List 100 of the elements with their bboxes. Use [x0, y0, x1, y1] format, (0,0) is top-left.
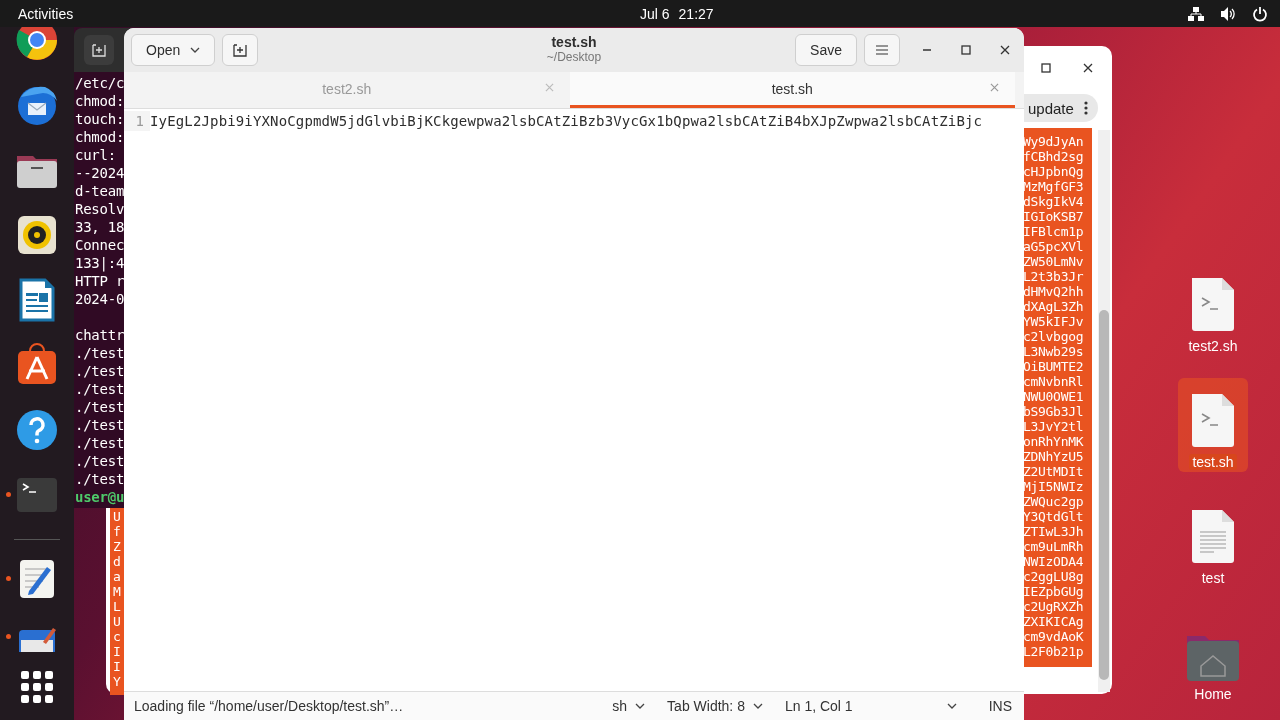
- window-title: test.sh: [551, 34, 597, 50]
- shopping-bag-icon[interactable]: [18, 343, 56, 384]
- apps-grid-icon[interactable]: [21, 671, 53, 703]
- terminal-line: Connec: [75, 236, 125, 254]
- text-line: c2ggLU8g: [1022, 569, 1085, 584]
- menu-button[interactable]: [864, 34, 900, 66]
- text-editor-icon[interactable]: [20, 560, 54, 598]
- clock-time[interactable]: 21:27: [678, 5, 714, 22]
- terminal-prompt: user@u: [75, 488, 126, 506]
- text-line: a: [113, 569, 122, 584]
- terminal-line: ./test: [75, 344, 125, 362]
- help-icon[interactable]: [17, 410, 57, 450]
- text-line: Z: [113, 539, 122, 554]
- code-line: IyEgL2Jpbi9iYXNoCgpmdW5jdGlvbiBjKCkgewpwa2lsbCAtZiBzb3VycGx1bQpwa2lsbCAtZiB4bXJpZwpwa2lsbCAtZiBjc: [150, 112, 983, 131]
- new-tab-icon: [91, 42, 107, 58]
- text-line: Y: [113, 674, 122, 689]
- text-line: OiBUMTE2: [1022, 359, 1085, 374]
- terminal-line: d-team: [75, 182, 125, 200]
- terminal-line: ./test: [75, 398, 125, 416]
- running-dot: [6, 576, 11, 581]
- text-line: NWU0OWE1: [1022, 389, 1085, 404]
- browser-icon[interactable]: [16, 27, 57, 60]
- text-line: cm9vdAoK: [1022, 629, 1085, 644]
- terminal-line: --2024: [75, 164, 125, 182]
- terminal-line: ./test: [75, 362, 125, 380]
- bird-icon[interactable]: [18, 86, 57, 125]
- text-line: U: [113, 509, 122, 524]
- new-tab-button[interactable]: [222, 34, 259, 66]
- text-line: c: [113, 629, 122, 644]
- maximize-icon: [1041, 63, 1051, 73]
- text-line: bS9Gb3Jl: [1022, 404, 1085, 419]
- volume-icon[interactable]: [1220, 5, 1236, 22]
- network-icon[interactable]: [1188, 5, 1204, 22]
- text-line: dSkgIkV4: [1022, 194, 1085, 209]
- folder-icon[interactable]: [17, 156, 57, 188]
- text-line: ZWQuc2gp: [1022, 494, 1085, 509]
- text-line: IEZpbGUg: [1022, 584, 1085, 599]
- text-line: ZW50LmNv: [1022, 254, 1085, 269]
- text-line: d: [113, 554, 122, 569]
- cursor-position-selector[interactable]: Ln 1, Col 1: [784, 698, 957, 714]
- text-line: c2lvbgog: [1022, 329, 1085, 344]
- tab-width-selector[interactable]: Tab Width: 8: [667, 698, 763, 714]
- terminal-line: ./test: [75, 434, 125, 452]
- text-line: Z2UtMDIt: [1022, 464, 1085, 479]
- date-label[interactable]: Jul 6: [640, 5, 670, 22]
- text-line: L3JvY2tl: [1022, 419, 1085, 434]
- new-tab-button[interactable]: [84, 35, 114, 65]
- terminal-line: curl:: [75, 146, 116, 164]
- text-line: MjI5NWIz: [1022, 479, 1085, 494]
- file-tab[interactable]: test.sh: [569, 72, 1015, 108]
- desktop-file[interactable]: test: [1178, 494, 1248, 588]
- scrollbar[interactable]: [1098, 130, 1110, 692]
- menu-icon: [876, 45, 888, 55]
- desktop-file[interactable]: test2.sh: [1178, 262, 1248, 356]
- chevron-icon: [635, 703, 646, 709]
- desktop-file[interactable]: Home: [1178, 610, 1248, 704]
- text-line: L2t3b3Jr: [1022, 269, 1085, 284]
- close-icon: [544, 83, 554, 92]
- text-line: dHMvQ2hh: [1022, 284, 1085, 299]
- open-button[interactable]: Open: [131, 34, 216, 66]
- text-line: M: [113, 584, 122, 599]
- text-line: Wy9dJyAn: [1022, 134, 1085, 149]
- maximize-icon: [961, 45, 971, 55]
- terminal-line: /etc/c: [75, 74, 125, 92]
- power-icon[interactable]: [1252, 5, 1268, 22]
- script-file-icon: [1190, 276, 1236, 334]
- terminal-line: chmod:: [75, 92, 125, 110]
- text-line: f: [113, 524, 122, 539]
- terminal-icon[interactable]: [17, 478, 57, 512]
- text-line: L: [113, 599, 122, 614]
- running-dot: [6, 492, 11, 497]
- text-line: ZDNhYzU5: [1022, 449, 1085, 464]
- text-line: IFBlcm1p: [1022, 224, 1085, 239]
- text-line: ZTIwL3Jh: [1022, 524, 1085, 539]
- notebook-icon[interactable]: [19, 628, 56, 652]
- desktop-file[interactable]: test.sh: [1178, 378, 1248, 472]
- text-line: cm9uLmRh: [1022, 539, 1085, 554]
- document-icon[interactable]: [19, 278, 55, 322]
- activities-button[interactable]: Activities: [18, 5, 74, 22]
- text-line: L2F0b21p: [1022, 644, 1085, 659]
- text-line: cmNvbnRl: [1022, 374, 1085, 389]
- chevron-icon: [946, 703, 957, 709]
- text-line: IGIoKSB7: [1022, 209, 1085, 224]
- language-selector[interactable]: sh: [612, 698, 646, 714]
- text-line: fCBhd2sg: [1022, 149, 1085, 164]
- terminal-line: 133|:4: [75, 254, 125, 272]
- close-icon: [990, 83, 999, 92]
- text-file-icon: [1190, 508, 1236, 566]
- text-line: dXAgL3Zh: [1022, 299, 1085, 314]
- save-button[interactable]: Save: [795, 34, 857, 66]
- new-tab-icon: [232, 42, 249, 58]
- text-line: NWIzODA4: [1022, 554, 1085, 569]
- script-file-icon: [1190, 392, 1236, 450]
- update-button[interactable]: update: [1024, 94, 1098, 122]
- speaker-icon[interactable]: [18, 216, 56, 254]
- chevron-icon: [752, 703, 763, 709]
- terminal-line: Resolv: [75, 200, 125, 218]
- more-icon: [1083, 101, 1088, 115]
- text-line: L3Nwb29s: [1022, 344, 1085, 359]
- minimize-icon: [922, 49, 932, 51]
